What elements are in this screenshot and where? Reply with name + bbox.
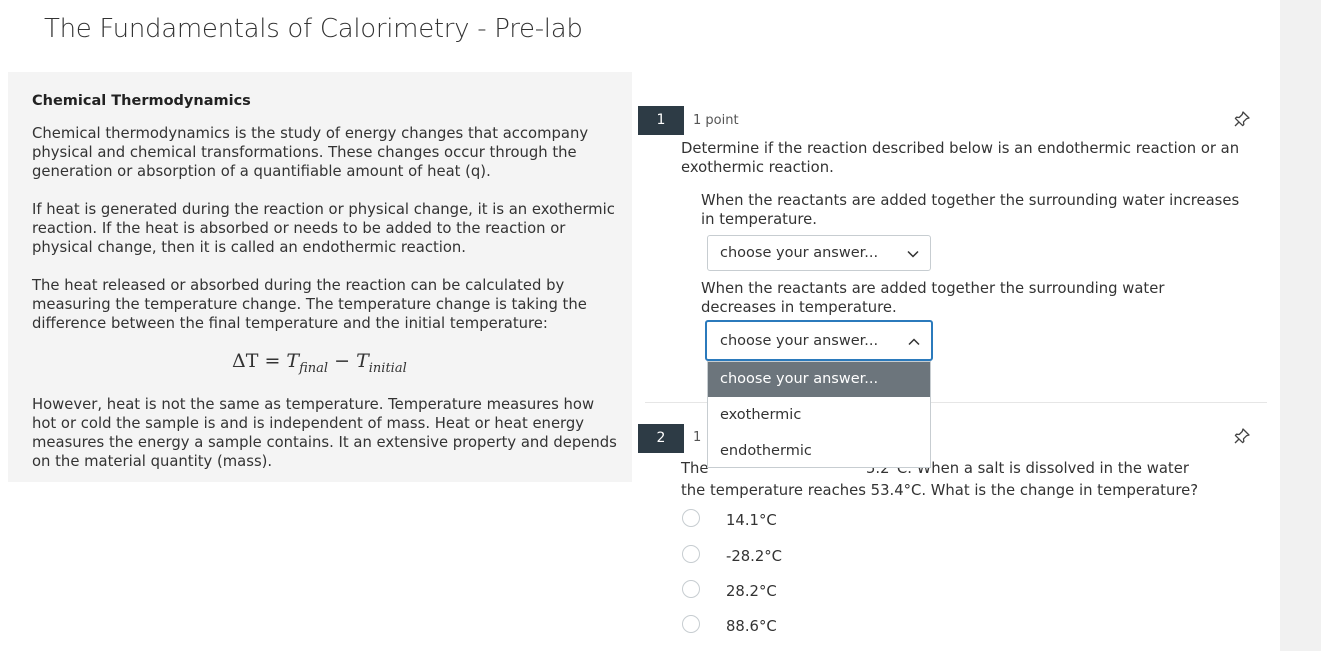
select-value: choose your answer... bbox=[720, 245, 879, 261]
question-1-prompt: Determine if the reaction described belo… bbox=[681, 140, 1240, 176]
question-1-points: 1 point bbox=[693, 113, 739, 128]
chevron-down-icon bbox=[907, 250, 919, 258]
pin-icon[interactable] bbox=[1233, 427, 1251, 445]
dropdown-option[interactable]: exothermic bbox=[708, 398, 930, 433]
question-1-part-1: When the reactants are added together th… bbox=[701, 192, 1240, 228]
answer-label-a: 14.1°C bbox=[726, 512, 777, 529]
question-1-number: 1 bbox=[638, 106, 684, 135]
paragraph-4: However, heat is not the same as tempera… bbox=[32, 396, 617, 470]
answer-radio-b[interactable] bbox=[682, 545, 700, 563]
dropdown-option[interactable]: endothermic bbox=[708, 434, 930, 469]
question-2-points: 1 bbox=[693, 430, 702, 445]
paragraph-3: The heat released or absorbed during the… bbox=[32, 277, 587, 332]
right-gutter bbox=[1280, 0, 1321, 651]
answer-radio-d[interactable] bbox=[682, 615, 700, 633]
answer-select-2[interactable]: choose your answer... bbox=[705, 320, 933, 361]
answer-dropdown-list: choose your answer... exothermic endothe… bbox=[707, 361, 931, 468]
answer-label-d: 88.6°C bbox=[726, 618, 777, 635]
select-value: choose your answer... bbox=[720, 333, 879, 349]
chevron-up-icon bbox=[908, 338, 920, 346]
question-2-prompt-line-2: the temperature reaches 53.4°C. What is … bbox=[681, 482, 1199, 499]
delta-t-formula: ΔT = Tfinal − Tinitial bbox=[232, 350, 407, 376]
answer-select-1[interactable]: choose your answer... bbox=[707, 235, 931, 271]
answer-radio-c[interactable] bbox=[682, 580, 700, 598]
paragraph-2: If heat is generated during the reaction… bbox=[32, 201, 615, 256]
page: The Fundamentals of Calorimetry - Pre-la… bbox=[0, 0, 1280, 651]
answer-radio-a[interactable] bbox=[682, 509, 700, 527]
section-title: Chemical Thermodynamics bbox=[32, 93, 251, 109]
question-2-number: 2 bbox=[638, 424, 684, 453]
reading-panel: Chemical Thermodynamics Chemical thermod… bbox=[8, 72, 632, 482]
answer-label-b: -28.2°C bbox=[726, 548, 783, 565]
paragraph-1: Chemical thermodynamics is the study of … bbox=[32, 125, 589, 180]
page-title: The Fundamentals of Calorimetry - Pre-la… bbox=[44, 14, 583, 44]
pin-icon[interactable] bbox=[1233, 110, 1251, 128]
dropdown-option[interactable]: choose your answer... bbox=[708, 362, 930, 397]
question-1-part-2: When the reactants are added together th… bbox=[701, 280, 1165, 316]
answer-label-c: 28.2°C bbox=[726, 583, 777, 600]
